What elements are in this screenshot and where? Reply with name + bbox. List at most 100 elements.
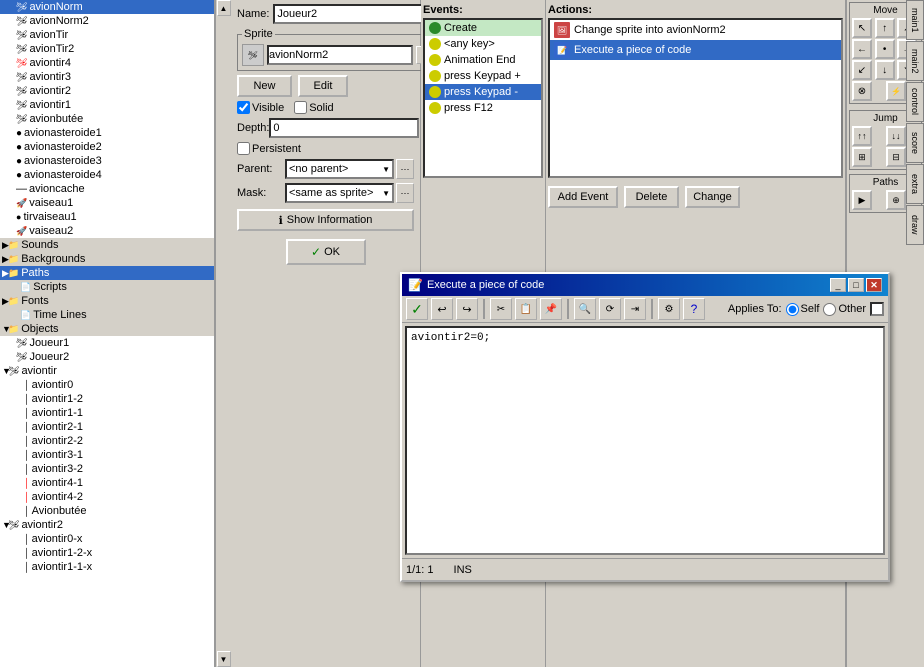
persistent-label[interactable]: Persistent bbox=[237, 142, 414, 155]
dialog-replace-button[interactable]: ⟳ bbox=[599, 298, 621, 320]
tree-item-aviontir3-2[interactable]: │ aviontir3-2 bbox=[0, 462, 214, 476]
event-animation-end[interactable]: Animation End bbox=[425, 52, 541, 68]
add-event-button[interactable]: Add Event bbox=[548, 186, 618, 208]
dialog-cut-button[interactable]: ✂ bbox=[490, 298, 512, 320]
tree-item-asteroid3[interactable]: ● avionasteroide3 bbox=[0, 154, 214, 168]
tree-item-tirvaiseau1[interactable]: ● tirvaiseau1 bbox=[0, 210, 214, 224]
tree-item-aviontir4[interactable]: 🛩 aviontir4 bbox=[0, 56, 214, 70]
tree-item-avionbutee[interactable]: 🛩 avionbutée bbox=[0, 112, 214, 126]
self-radio-label[interactable]: Self bbox=[786, 303, 820, 316]
jump-btn-3[interactable]: ⊞ bbox=[852, 147, 872, 167]
self-radio[interactable] bbox=[786, 303, 799, 316]
object-tree[interactable]: 🛩 avionNorm 🛩 avionNorm2 🛩 avionTir 🛩 av… bbox=[0, 0, 215, 667]
jump-btn-2[interactable]: ↓↓ bbox=[886, 126, 906, 146]
tree-item-aviontir-obj[interactable]: ▼ 🛩 aviontir bbox=[0, 364, 214, 378]
other-radio-label[interactable]: Other bbox=[823, 303, 866, 316]
dialog-copy-button[interactable]: 📋 bbox=[515, 298, 537, 320]
tree-section-objects[interactable]: ▼ 📁 Objects bbox=[0, 322, 214, 336]
tree-section-fonts[interactable]: ▶ 📁 Fonts bbox=[0, 294, 214, 308]
tree-item-aviontir2[interactable]: 🛩 aviontir2 bbox=[0, 84, 214, 98]
event-create[interactable]: Create bbox=[425, 20, 541, 36]
scrollbar-up-arrow[interactable]: ▲ bbox=[217, 0, 231, 16]
dialog-ok-button[interactable]: ✓ bbox=[406, 298, 428, 320]
dialog-undo-button[interactable]: ↩ bbox=[431, 298, 453, 320]
mask-dropdown[interactable]: <same as sprite> ▼ bbox=[285, 183, 394, 203]
tree-item-aviontir3[interactable]: 🛩 aviontir3 bbox=[0, 70, 214, 84]
action-change-sprite[interactable]: 🖼 Change sprite into avionNorm2 bbox=[550, 20, 841, 40]
visible-checkbox[interactable] bbox=[237, 101, 250, 114]
move-btn-4[interactable]: ← bbox=[852, 39, 872, 59]
parent-dropdown[interactable]: <no parent> ▼ bbox=[285, 159, 394, 179]
paths-btn-1[interactable]: ▶ bbox=[852, 190, 872, 210]
move-btn-2[interactable]: ↑ bbox=[875, 18, 895, 38]
move-stop-btn[interactable]: ⊗ bbox=[852, 81, 872, 101]
change-button[interactable]: Change bbox=[685, 186, 740, 208]
event-anykey[interactable]: <any key> bbox=[425, 36, 541, 52]
tree-section-paths[interactable]: ▶ 📁 Paths bbox=[0, 266, 214, 280]
tab-main2[interactable]: main2 bbox=[906, 41, 924, 81]
tree-item-aviontir1-1[interactable]: │ aviontir1-1 bbox=[0, 406, 214, 420]
tree-item-aviontir1-1-x[interactable]: │ aviontir1-1-x bbox=[0, 560, 214, 574]
solid-checkbox[interactable] bbox=[294, 101, 307, 114]
tree-item-asteroid4[interactable]: ● avionasteroide4 bbox=[0, 168, 214, 182]
ok-button[interactable]: ✓ OK bbox=[286, 239, 366, 265]
solid-checkbox-label[interactable]: Solid bbox=[294, 101, 333, 114]
new-button[interactable]: New bbox=[237, 75, 292, 97]
scrollbar-down-arrow[interactable]: ▼ bbox=[217, 651, 231, 667]
dialog-close-button[interactable]: ✕ bbox=[866, 278, 882, 292]
tree-item-vaiseau1[interactable]: 🚀 vaiseau1 bbox=[0, 196, 214, 210]
depth-input[interactable] bbox=[269, 118, 419, 138]
tree-item-timelines[interactable]: 📄 Time Lines bbox=[0, 308, 214, 322]
dialog-tools-button[interactable]: ⚙ bbox=[658, 298, 680, 320]
show-information-button[interactable]: ℹ Show Information bbox=[237, 209, 414, 231]
move-speed-btn[interactable]: ⚡ bbox=[886, 81, 906, 101]
dialog-paste-button[interactable]: 📌 bbox=[540, 298, 562, 320]
tab-score[interactable]: score bbox=[906, 123, 924, 163]
move-btn-5[interactable]: • bbox=[875, 39, 895, 59]
delete-button[interactable]: Delete bbox=[624, 186, 679, 208]
tree-item-avionTir2[interactable]: 🛩 avionTir2 bbox=[0, 42, 214, 56]
dialog-redo-button[interactable]: ↪ bbox=[456, 298, 478, 320]
tree-item-aviontir2-1[interactable]: │ aviontir2-1 bbox=[0, 420, 214, 434]
tree-item-asteroid1[interactable]: ● avionasteroide1 bbox=[0, 126, 214, 140]
action-execute-code[interactable]: 📝 Execute a piece of code bbox=[550, 40, 841, 60]
tree-item-asteroid2[interactable]: ● avionasteroide2 bbox=[0, 140, 214, 154]
visible-checkbox-label[interactable]: Visible bbox=[237, 101, 284, 114]
dialog-help-button[interactable]: ? bbox=[683, 298, 705, 320]
tree-item-aviontir0-x[interactable]: │ aviontir0-x bbox=[0, 532, 214, 546]
dialog-minimize-button[interactable]: _ bbox=[830, 278, 846, 292]
move-btn-7[interactable]: ↙ bbox=[852, 60, 872, 80]
tree-item-aviontir1-2[interactable]: │ aviontir1-2 bbox=[0, 392, 214, 406]
tree-item-aviontir4-1[interactable]: │ aviontir4-1 bbox=[0, 476, 214, 490]
move-btn-1[interactable]: ↖ bbox=[852, 18, 872, 38]
tree-item-joueur1[interactable]: 🛩 Joueur1 bbox=[0, 336, 214, 350]
sprite-name-input[interactable] bbox=[267, 45, 413, 65]
tab-extra[interactable]: extra bbox=[906, 164, 924, 204]
tab-control[interactable]: control bbox=[906, 82, 924, 122]
tree-item-avionbutee2[interactable]: │ Avionbutée bbox=[0, 504, 214, 518]
move-btn-8[interactable]: ↓ bbox=[875, 60, 895, 80]
event-f12[interactable]: press F12 bbox=[425, 100, 541, 116]
tree-item-aviontir1[interactable]: 🛩 aviontir1 bbox=[0, 98, 214, 112]
persistent-checkbox[interactable] bbox=[237, 142, 250, 155]
tree-section-sounds[interactable]: ▶ 📁 Sounds bbox=[0, 238, 214, 252]
tree-item-avionNorm2[interactable]: 🛩 avionNorm2 bbox=[0, 14, 214, 28]
mask-browse-button[interactable]: ⋯ bbox=[396, 183, 414, 203]
tree-item-joueur2[interactable]: 🛩 Joueur2 bbox=[0, 350, 214, 364]
tab-main1[interactable]: main1 bbox=[906, 0, 924, 40]
code-editor-area[interactable]: aviontir2=0; bbox=[405, 326, 885, 555]
edit-button[interactable]: Edit bbox=[298, 75, 348, 97]
tree-item-aviontir2-2[interactable]: │ aviontir2-2 bbox=[0, 434, 214, 448]
name-input[interactable] bbox=[273, 4, 423, 24]
dialog-indent-button[interactable]: ⇥ bbox=[624, 298, 646, 320]
other-radio[interactable] bbox=[823, 303, 836, 316]
tree-item-aviontir2-obj[interactable]: ▼ 🛩 aviontir2 bbox=[0, 518, 214, 532]
tree-item-aviontir0[interactable]: │ aviontir0 bbox=[0, 378, 214, 392]
jump-btn-1[interactable]: ↑↑ bbox=[852, 126, 872, 146]
tree-scrollbar[interactable]: ▲ ▼ bbox=[215, 0, 231, 667]
tree-item-avionNorm[interactable]: 🛩 avionNorm bbox=[0, 0, 214, 14]
tree-item-aviontir4-2[interactable]: │ aviontir4-2 bbox=[0, 490, 214, 504]
tree-item-vaiseau2[interactable]: 🚀 vaiseau2 bbox=[0, 224, 214, 238]
jump-btn-4[interactable]: ⊟ bbox=[886, 147, 906, 167]
paths-btn-2[interactable]: ⊕ bbox=[886, 190, 906, 210]
